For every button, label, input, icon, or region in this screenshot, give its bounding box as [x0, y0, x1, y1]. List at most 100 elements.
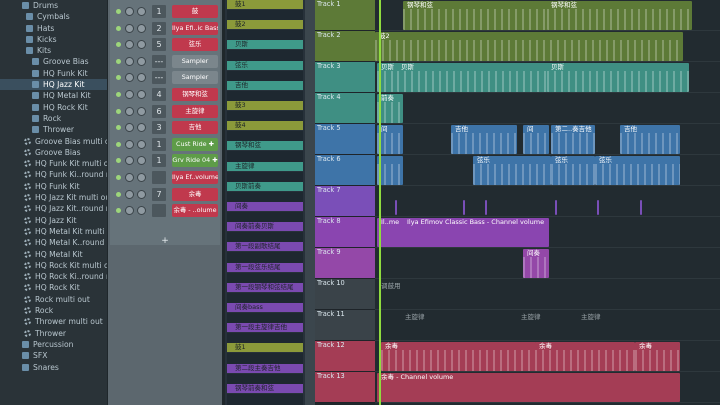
browser-folder[interactable]: Groove Bias [0, 56, 107, 67]
track-header[interactable]: Track 11 [315, 310, 375, 341]
channel-row[interactable]: --- Sampler [112, 70, 220, 85]
clip[interactable] [395, 200, 397, 215]
clip[interactable]: Ilya Efimov Classic Bass - Channel volum… [403, 218, 549, 247]
clip[interactable] [485, 200, 487, 215]
pan-knob[interactable] [125, 123, 134, 133]
volume-knob[interactable] [137, 7, 146, 16]
channel-row[interactable]: --- Sampler [112, 54, 220, 69]
channel-name-button[interactable]: 余毒 [172, 187, 218, 201]
mixer-track-number[interactable] [152, 171, 166, 184]
clip[interactable]: 贝斯 [397, 63, 549, 92]
track-header[interactable]: Track 9 [315, 248, 375, 279]
mixer-track-number[interactable]: 1 [152, 137, 166, 151]
lane-12[interactable]: 余毒 余毒 余毒 [375, 341, 720, 372]
channel-name-button[interactable]: Ilya Efi..ic Bass [172, 21, 218, 35]
track-header[interactable]: Track 1 [315, 0, 375, 31]
clip[interactable]: 间 [523, 125, 549, 154]
clip[interactable]: 鼓2 [375, 32, 683, 61]
mixer-track-number[interactable]: --- [152, 71, 166, 85]
mixer-track-number[interactable]: 7 [152, 187, 166, 201]
pan-knob[interactable] [125, 40, 134, 50]
track-header[interactable]: Track 4 [315, 93, 375, 124]
channel-row[interactable]: 1 Grv Ride 04 ✚ [112, 153, 220, 168]
browser-folder[interactable]: HQ Jazz Kit [0, 79, 107, 91]
channel-row[interactable]: 2 Ilya Efi..ic Bass [112, 21, 220, 36]
pan-knob[interactable] [125, 23, 134, 33]
pan-knob[interactable] [125, 73, 134, 83]
pan-knob[interactable] [125, 156, 134, 166]
browser-preset[interactable]: HQ Funk Kit [0, 181, 107, 192]
channel-name-button[interactable]: 鼓 [172, 5, 218, 18]
browser-preset[interactable]: Rock multi out [0, 294, 107, 305]
channel-led[interactable] [116, 75, 121, 81]
channel-row[interactable]: 1 Cust Ride ✚ [112, 137, 220, 152]
channel-row[interactable]: 7 余毒 [112, 187, 220, 202]
channel-led[interactable] [116, 42, 121, 48]
browser-folder[interactable]: Percussion [0, 339, 107, 350]
pan-knob[interactable] [125, 56, 134, 66]
pan-knob[interactable] [125, 106, 134, 116]
clip[interactable]: 余毒 [381, 342, 536, 371]
lane-13[interactable]: 余毒 - Channel volume [375, 372, 720, 403]
channel-led[interactable] [116, 92, 121, 97]
clip[interactable]: 余毒 [535, 342, 635, 371]
clip[interactable]: 钢琴和弦 [547, 1, 692, 30]
clip[interactable]: 间奏 [523, 249, 549, 278]
channel-name-button[interactable]: 弦乐 [172, 38, 218, 52]
track-header[interactable]: Track 7 [315, 186, 375, 217]
volume-knob[interactable] [137, 23, 146, 33]
clip[interactable]: Il..me [377, 218, 405, 247]
lane-1[interactable]: 钢琴和弦 钢琴和弦 [375, 0, 720, 31]
pattern-item[interactable]: 钢琴前奏和弦 [227, 383, 303, 405]
clip[interactable] [463, 200, 465, 215]
mixer-track-number[interactable]: 3 [152, 121, 166, 135]
channel-led[interactable] [116, 191, 121, 197]
mixer-track-number[interactable]: --- [152, 54, 166, 68]
playlist-arrangement[interactable]: 钢琴和弦 钢琴和弦 鼓2 贝斯 贝斯 贝斯 前奏 间 吉他 间 第二..奏吉他 … [375, 0, 720, 405]
volume-knob[interactable] [137, 40, 146, 50]
browser-preset[interactable]: HQ Jazz Kit [0, 215, 107, 226]
browser-preset[interactable]: Thrower [0, 328, 107, 339]
track-header[interactable]: Track 3 [315, 62, 375, 93]
browser-preset[interactable]: Thrower multi out [0, 316, 107, 327]
browser-folder[interactable]: Drums [0, 0, 107, 11]
browser-preset[interactable]: HQ Rock Kit multi out [0, 260, 107, 271]
channel-led[interactable] [116, 125, 121, 131]
browser-preset[interactable]: HQ Metal Kit [0, 249, 107, 260]
channel-led[interactable] [116, 158, 121, 164]
lane-2[interactable]: 鼓2 [375, 31, 720, 62]
channel-name-button[interactable]: Sampler [172, 54, 218, 68]
channel-row[interactable]: 1鼓 [112, 4, 220, 19]
pan-knob[interactable] [125, 206, 134, 216]
clip[interactable] [640, 200, 642, 215]
lane-8[interactable]: Il..me Ilya Efimov Classic Bass - Channe… [375, 217, 720, 248]
track-header[interactable]: Track 10 [315, 279, 375, 310]
lane-7[interactable] [375, 186, 720, 217]
lane-10[interactable]: 调鼓用 [375, 279, 720, 310]
pan-knob[interactable] [125, 173, 134, 182]
channel-led[interactable] [116, 58, 121, 64]
volume-knob[interactable] [137, 90, 146, 99]
browser-folder[interactable]: HQ Metal Kit [0, 90, 107, 101]
channel-led[interactable] [116, 141, 121, 147]
browser-folder[interactable]: SFX [0, 350, 107, 361]
browser-folder[interactable]: HQ Rock Kit [0, 102, 107, 113]
channel-name-button[interactable]: 主旋律 [172, 104, 218, 118]
browser-folder[interactable]: Rock [0, 113, 107, 124]
browser-folder[interactable]: Cymbals [0, 11, 107, 22]
channel-name-button[interactable]: 钢琴和弦 [172, 88, 218, 101]
mixer-track-number[interactable]: 6 [152, 104, 166, 118]
browser-preset[interactable]: HQ Funk Ki..round robin [0, 169, 107, 180]
clip[interactable]: 弦乐 [595, 156, 680, 185]
clip[interactable]: 余毒 [635, 342, 680, 371]
browser-folder[interactable]: Hats [0, 23, 107, 34]
track-header[interactable]: Track 5 [315, 124, 375, 155]
clip[interactable]: 余毒 - Channel volume [377, 373, 680, 402]
track-header[interactable]: Track 12 [315, 341, 375, 372]
lane-6[interactable]: 弦乐 弦乐 弦乐 [375, 155, 720, 186]
lane-9[interactable]: 间奏 [375, 248, 720, 279]
clip[interactable] [555, 200, 557, 215]
browser-preset[interactable]: HQ Rock Kit [0, 282, 107, 293]
browser-preset[interactable]: Rock [0, 305, 107, 316]
channel-led[interactable] [116, 208, 121, 214]
